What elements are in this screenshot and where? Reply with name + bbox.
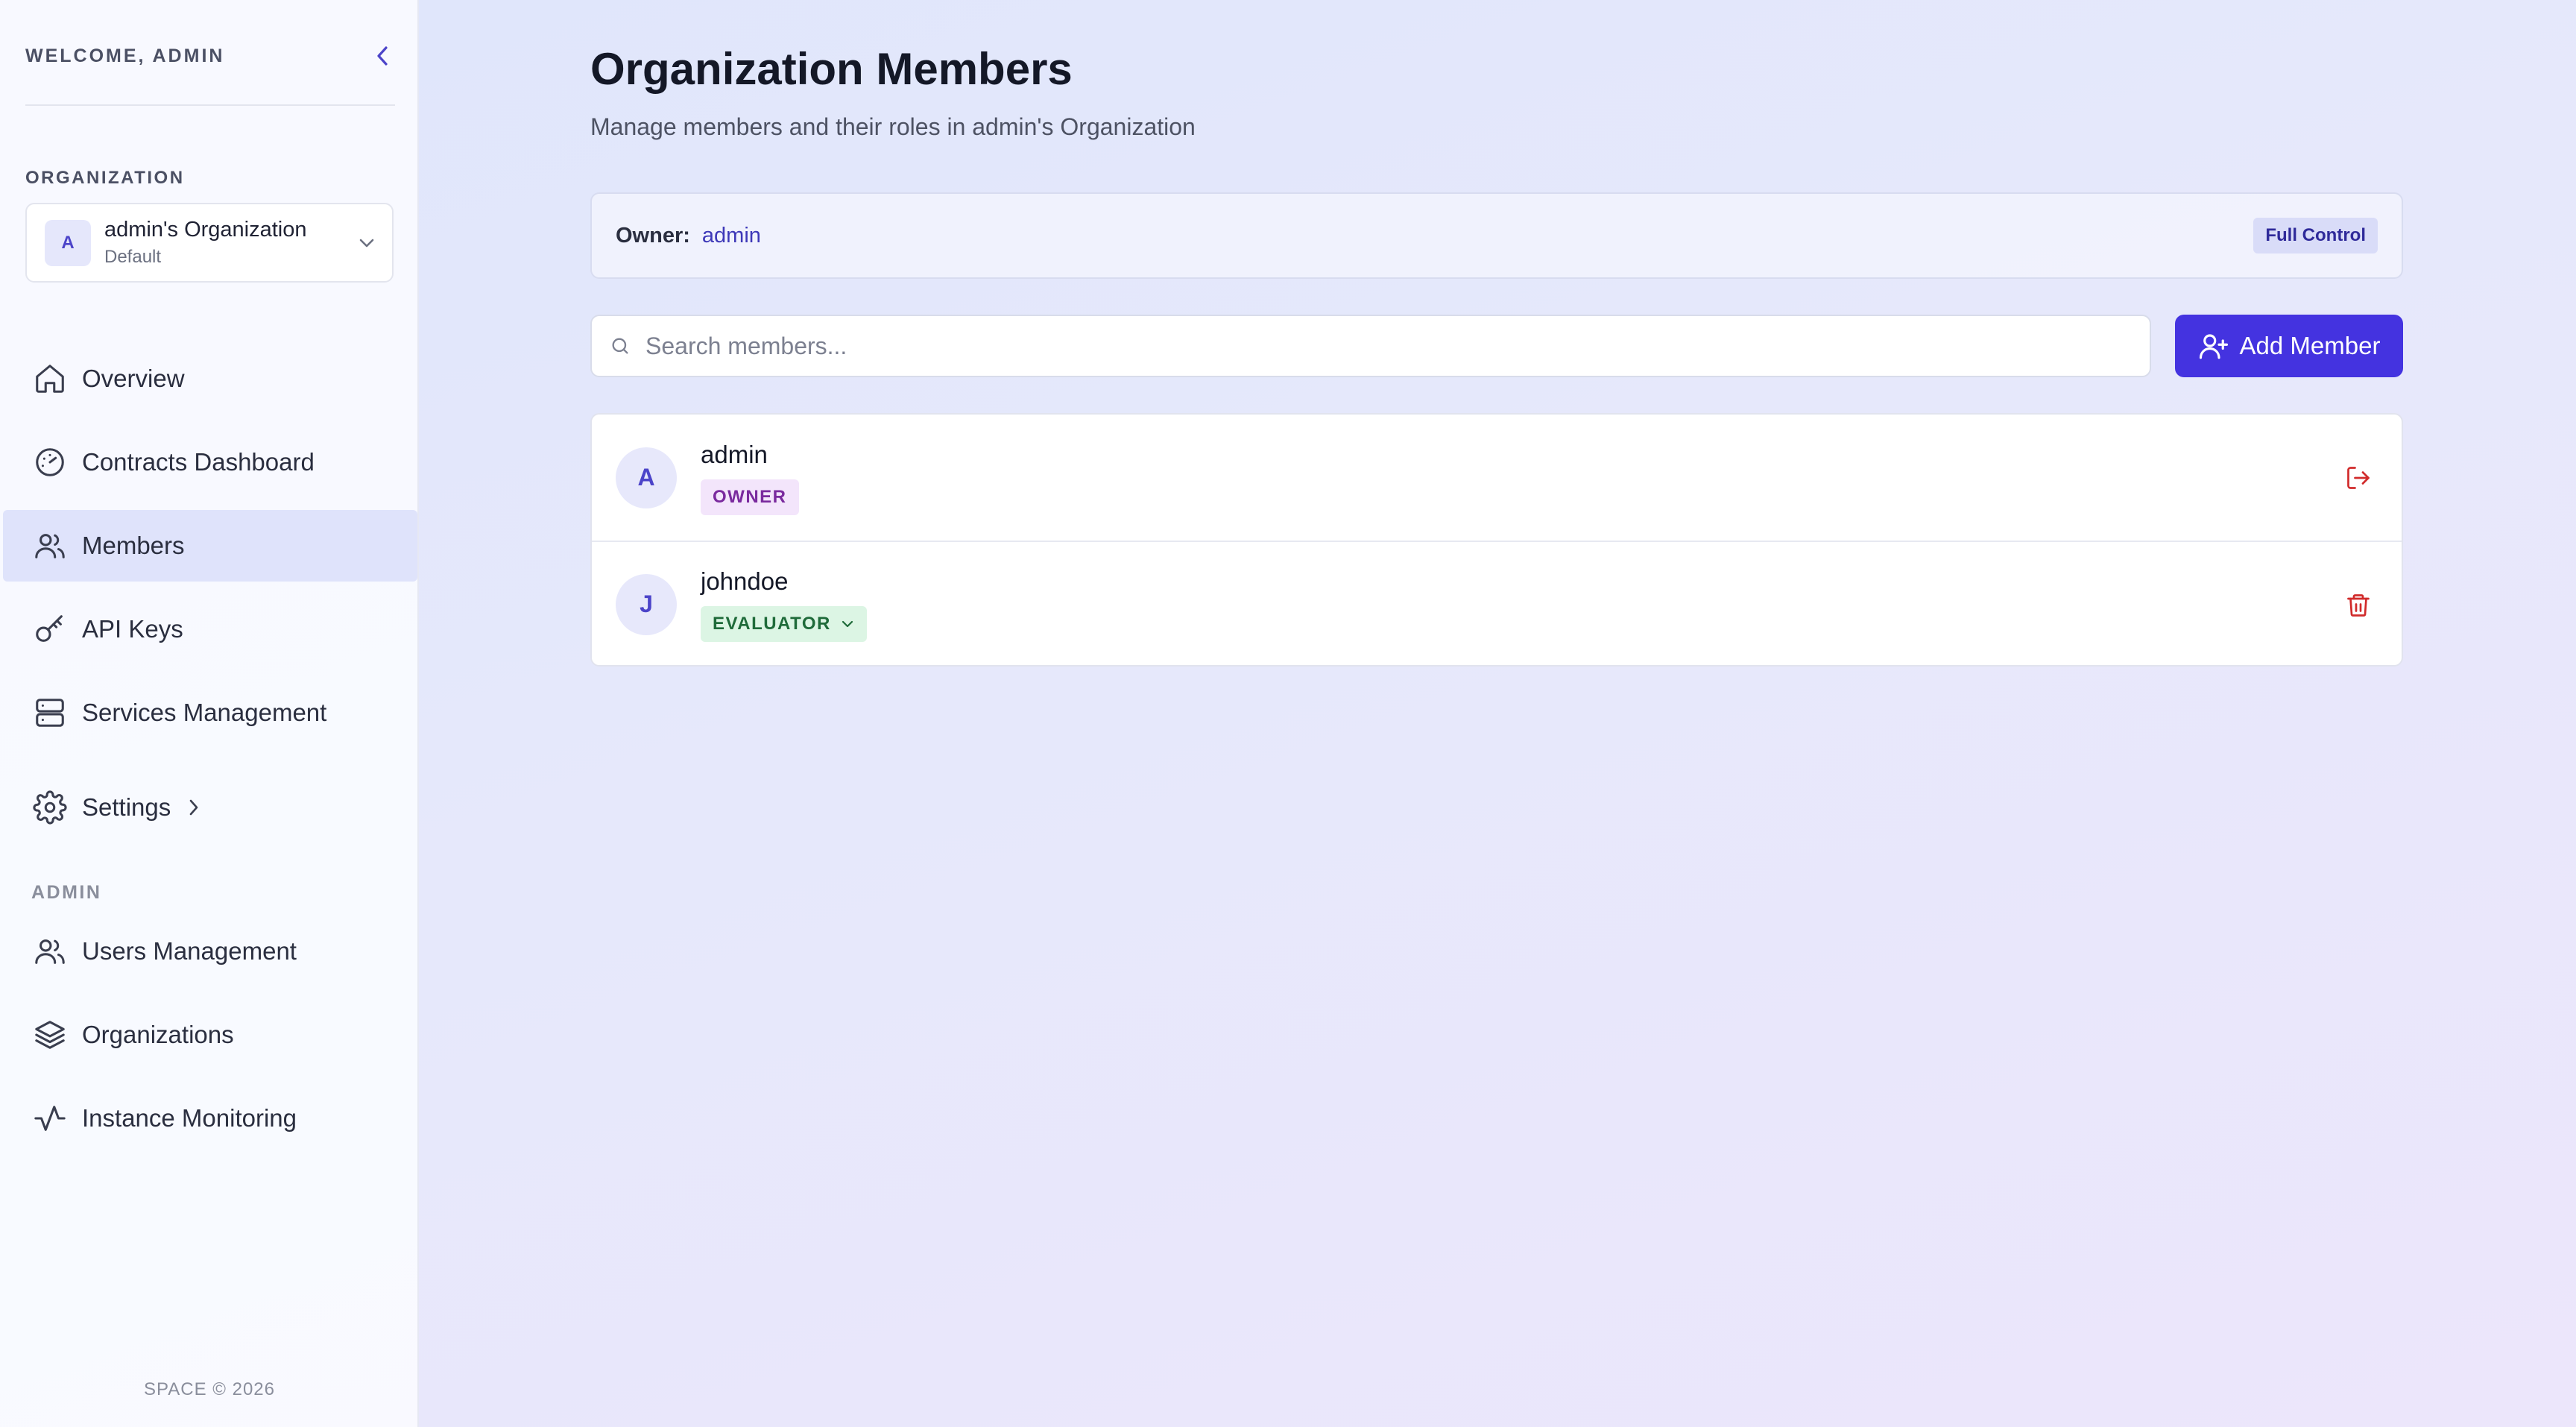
- search-input[interactable]: [645, 332, 2106, 360]
- sidebar-divider: [25, 104, 395, 106]
- key-icon: [31, 611, 69, 648]
- gear-icon: [31, 789, 69, 826]
- sidebar-item-label: Settings: [82, 793, 171, 821]
- sidebar-item-label: Contracts Dashboard: [82, 448, 315, 476]
- collapse-sidebar-button[interactable]: [370, 43, 395, 69]
- activity-icon: [31, 1100, 69, 1137]
- member-row: A admin OWNER: [592, 415, 2402, 541]
- sidebar-item-contracts-dashboard[interactable]: Contracts Dashboard: [3, 426, 417, 498]
- leave-organization-button[interactable]: [2345, 415, 2372, 541]
- sidebar-header: WELCOME, ADMIN: [25, 43, 395, 69]
- sidebar-item-api-keys[interactable]: API Keys: [3, 593, 417, 665]
- user-plus-icon: [2199, 334, 2228, 359]
- role-label: EVALUATOR: [713, 613, 831, 634]
- org-subtitle: Default: [104, 247, 162, 267]
- page-title: Organization Members: [590, 44, 1073, 94]
- chevron-left-icon: [377, 46, 388, 66]
- chevron-right-icon: [189, 799, 198, 816]
- sidebar-item-label: Services Management: [82, 699, 327, 726]
- page-subtitle: Manage members and their roles in admin'…: [590, 113, 1196, 140]
- admin-section-label: ADMIN: [31, 882, 102, 903]
- sidebar-item-label: API Keys: [82, 615, 183, 643]
- full-control-badge: Full Control: [2253, 218, 2378, 253]
- add-member-button[interactable]: Add Member: [2175, 315, 2403, 377]
- org-name: admin's Organization: [104, 218, 307, 242]
- member-row: J johndoe EVALUATOR: [592, 541, 2402, 665]
- sidebar-item-members[interactable]: Members: [3, 510, 417, 582]
- search-field[interactable]: [590, 315, 2151, 377]
- owner-info-bar: Owner: admin Full Control: [590, 192, 2403, 279]
- sidebar-item-settings[interactable]: Settings: [3, 772, 417, 843]
- organization-label: ORGANIZATION: [25, 168, 185, 188]
- sidebar-item-overview[interactable]: Overview: [3, 343, 417, 415]
- sidebar-item-label: Members: [82, 532, 185, 559]
- avatar: J: [616, 573, 677, 635]
- trash-icon: [2347, 593, 2370, 617]
- leave-icon: [2347, 466, 2370, 489]
- sidebar-item-instance-monitoring[interactable]: Instance Monitoring: [3, 1083, 417, 1154]
- layers-icon: [31, 1016, 69, 1053]
- sidebar-footer: SPACE © 2026: [144, 1379, 275, 1399]
- users-icon: [31, 933, 69, 970]
- sidebar-item-label: Overview: [82, 365, 185, 392]
- remove-member-button[interactable]: [2345, 542, 2372, 665]
- sidebar-item-label: Organizations: [82, 1021, 234, 1048]
- sidebar-item-label: Instance Monitoring: [82, 1104, 297, 1132]
- members-list: A admin OWNER J johndoe EVALUATOR: [590, 413, 2403, 667]
- member-name: johndoe: [701, 567, 789, 595]
- sidebar-item-organizations[interactable]: Organizations: [3, 999, 417, 1071]
- sidebar-item-users-management[interactable]: Users Management: [3, 916, 417, 987]
- home-icon: [31, 360, 69, 397]
- chevron-down-icon: [359, 239, 374, 247]
- owner-name: admin: [701, 223, 761, 248]
- role-badge-owner: OWNER: [701, 479, 799, 515]
- welcome-text: WELCOME, ADMIN: [25, 45, 225, 66]
- server-icon: [31, 694, 69, 731]
- chevron-down-icon: [842, 620, 853, 627]
- organization-selector[interactable]: A admin's Organization Default: [25, 203, 394, 283]
- owner-label: Owner:: [616, 223, 690, 248]
- add-member-label: Add Member: [2239, 332, 2381, 359]
- search-icon: [612, 338, 628, 354]
- org-avatar: A: [45, 219, 91, 266]
- sidebar: WELCOME, ADMIN ORGANIZATION A admin's Or…: [0, 0, 419, 1427]
- gauge-icon: [31, 444, 69, 481]
- sidebar-item-services-management[interactable]: Services Management: [3, 677, 417, 749]
- sidebar-item-label: Users Management: [82, 937, 297, 965]
- member-name: admin: [701, 440, 768, 468]
- users-icon: [31, 527, 69, 564]
- avatar: A: [616, 447, 677, 508]
- role-select-evaluator[interactable]: EVALUATOR: [701, 605, 867, 642]
